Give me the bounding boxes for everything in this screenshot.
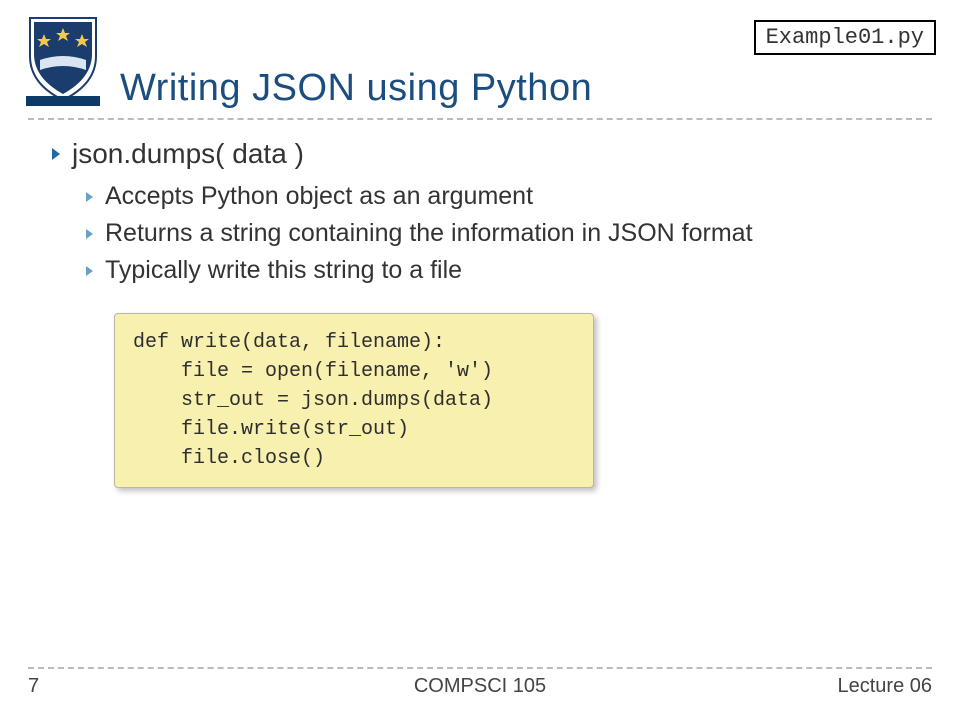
lecture-number: Lecture 06 (837, 675, 932, 698)
example-filename-tag: Example01.py (754, 20, 936, 55)
bullet-level-2: Accepts Python object as an argument (86, 182, 932, 211)
footer-divider (28, 667, 932, 669)
university-logo (22, 14, 104, 106)
slide-title: Writing JSON using Python (120, 67, 592, 110)
bullet-level-1: json.dumps( data ) (52, 138, 932, 170)
bullet-level-2: Returns a string containing the informat… (86, 219, 932, 248)
bullet-text: Returns a string containing the informat… (105, 219, 753, 248)
bullet-level-2: Typically write this string to a file (86, 256, 932, 285)
content-area: json.dumps( data ) Accepts Python object… (28, 138, 932, 488)
slide: Writing JSON using Python Example01.py j… (0, 0, 960, 720)
triangle-bullet-icon (86, 266, 93, 276)
footer: 7 COMPSCI 105 Lecture 06 (28, 667, 932, 698)
code-block: def write(data, filename): file = open(f… (114, 313, 594, 488)
triangle-bullet-icon (52, 148, 60, 160)
triangle-bullet-icon (86, 229, 93, 239)
bullet-text: Typically write this string to a file (105, 256, 462, 285)
triangle-bullet-icon (86, 192, 93, 202)
header-divider (28, 118, 932, 120)
bullet-text: json.dumps( data ) (72, 138, 304, 170)
bullet-text: Accepts Python object as an argument (105, 182, 533, 211)
header: Writing JSON using Python Example01.py (28, 24, 932, 116)
page-number: 7 (28, 675, 39, 698)
course-code: COMPSCI 105 (28, 675, 932, 698)
